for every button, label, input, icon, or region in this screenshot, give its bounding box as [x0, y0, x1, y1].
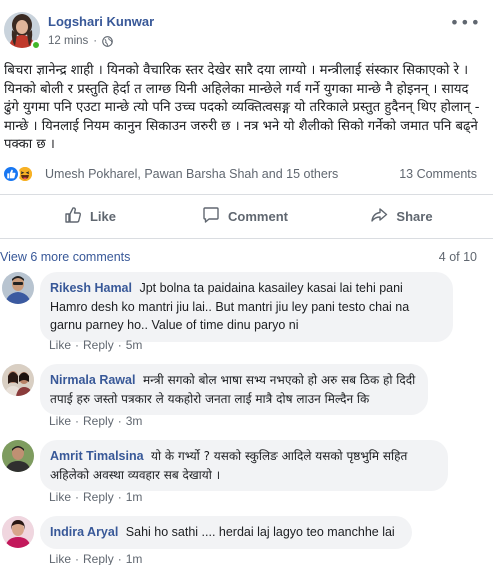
- commenter-name[interactable]: Nirmala Rawal: [50, 373, 135, 387]
- facebook-post: Logshari Kunwar 12 mins · ••• बिचरा ज्ञा…: [0, 0, 493, 565]
- comment-actions: Like · Reply · 5m: [49, 338, 143, 352]
- comment-icon: [202, 206, 220, 227]
- comments-page-count: 4 of 10: [438, 250, 477, 264]
- comment-label: Comment: [228, 208, 288, 224]
- comment-reply-link[interactable]: Reply: [83, 552, 114, 565]
- meta-separator: ·: [93, 35, 98, 47]
- post-actions: Like Comment Share: [0, 197, 493, 235]
- comment-button[interactable]: Comment: [180, 197, 310, 235]
- share-icon: [370, 206, 388, 227]
- post-meta: 12 mins ·: [48, 35, 113, 47]
- reaction-icons[interactable]: [2, 165, 38, 185]
- post-text: बिचरा ज्ञानेन्द्र शाही । यिनको वैचारिक स…: [4, 63, 480, 153]
- like-label: Like: [89, 208, 116, 224]
- reactions-bar[interactable]: Umesh Pokharel, Pawan Barsha Shah and 15…: [0, 164, 493, 186]
- comment-like-link[interactable]: Like: [49, 414, 71, 428]
- comment-time[interactable]: 5m: [126, 338, 143, 352]
- divider-top: [0, 194, 493, 195]
- comment-time[interactable]: 1m: [126, 490, 143, 504]
- comment-count[interactable]: 13 Comments: [399, 167, 477, 181]
- post-time[interactable]: 12 mins: [48, 35, 88, 47]
- options-icon[interactable]: •••: [450, 13, 481, 32]
- comment-bubble: Nirmala Rawal मन्त्री सगको बोल भाषा सभ्य…: [40, 364, 428, 415]
- comment-reply-link[interactable]: Reply: [83, 414, 114, 428]
- share-button[interactable]: Share: [310, 197, 493, 235]
- comment-like-link[interactable]: Like: [49, 338, 71, 352]
- thumbs-up-icon: [64, 206, 82, 227]
- comment-text: Sahi ho sathi .... herdai laj lagyo teo …: [125, 525, 395, 539]
- comment-reply-link[interactable]: Reply: [83, 338, 114, 352]
- commenter-name[interactable]: Indira Aryal: [50, 525, 118, 539]
- author-name[interactable]: Logshari Kunwar: [48, 14, 154, 29]
- commenter-avatar[interactable]: [2, 440, 34, 472]
- commenter-name[interactable]: Rikesh Hamal: [50, 281, 132, 295]
- comment-time[interactable]: 1m: [126, 552, 143, 565]
- comment-bubble: Rikesh Hamal Jpt bolna ta paidaina kasai…: [40, 272, 453, 342]
- commenter-avatar[interactable]: [2, 364, 34, 396]
- comment-like-link[interactable]: Like: [49, 552, 71, 565]
- comment-like-link[interactable]: Like: [49, 490, 71, 504]
- like-button[interactable]: Like: [0, 197, 180, 235]
- comment-actions: Like · Reply · 3m: [49, 414, 143, 428]
- post-header: Logshari Kunwar 12 mins · •••: [0, 0, 493, 56]
- comment-time[interactable]: 3m: [126, 414, 143, 428]
- comment-bubble: Amrit Timalsina यो के गर्भ्यो ? यसको स्क…: [40, 440, 448, 491]
- commenter-avatar[interactable]: [2, 272, 34, 304]
- globe-icon[interactable]: [102, 35, 113, 47]
- commenter-name[interactable]: Amrit Timalsina: [50, 449, 144, 463]
- commenter-avatar[interactable]: [2, 516, 34, 548]
- like-reaction-icon: [2, 165, 20, 183]
- online-status-dot: [31, 40, 41, 50]
- share-label: Share: [396, 208, 433, 224]
- comment-reply-link[interactable]: Reply: [83, 490, 114, 504]
- reaction-names[interactable]: Umesh Pokharel, Pawan Barsha Shah and 15…: [45, 167, 338, 181]
- view-more-comments[interactable]: View 6 more comments: [0, 250, 130, 264]
- divider-bottom: [0, 238, 493, 239]
- comment-actions: Like · Reply · 1m: [49, 490, 143, 504]
- comment-bubble: Indira Aryal Sahi ho sathi .... herdai l…: [40, 516, 412, 549]
- comment-actions: Like · Reply · 1m: [49, 552, 143, 565]
